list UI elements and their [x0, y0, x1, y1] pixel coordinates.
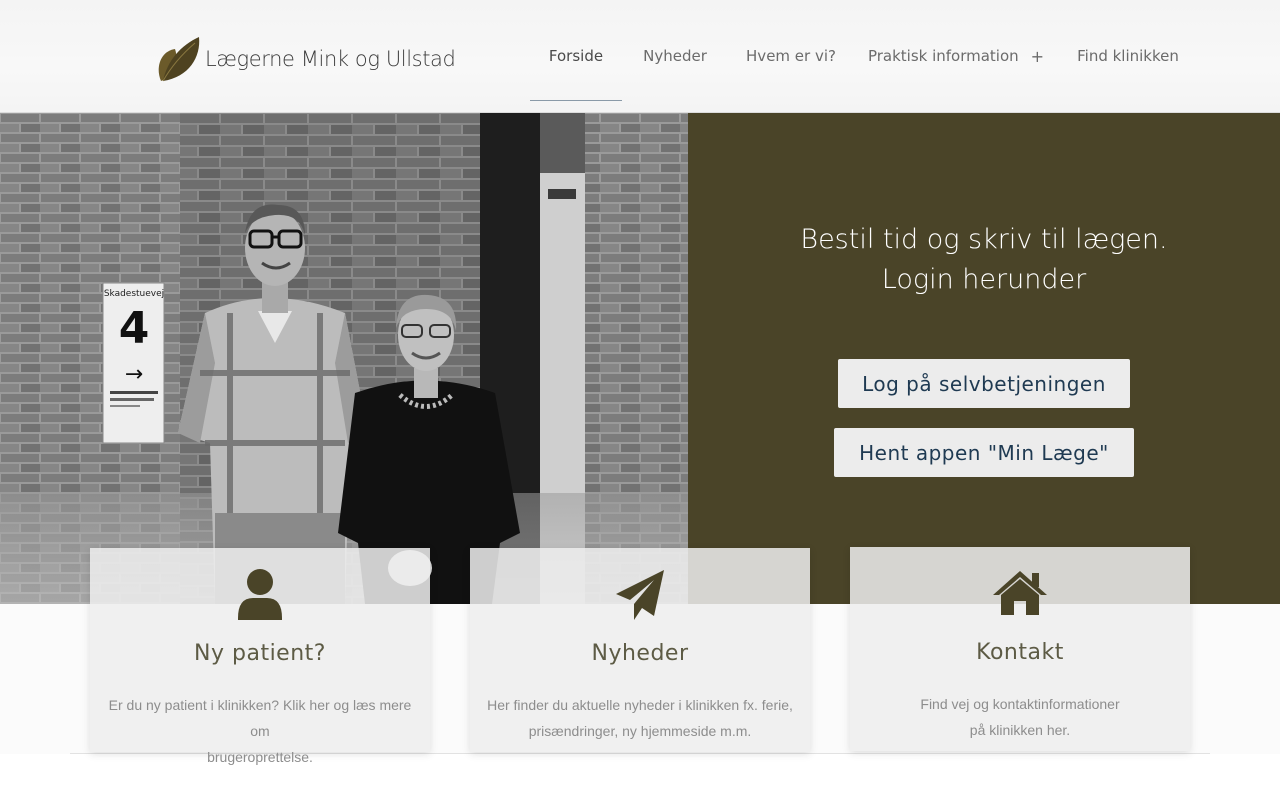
doctors-photo: Skadestuevej 4 →	[0, 113, 688, 604]
get-app-button[interactable]: Hent appen "Min Læge"	[834, 428, 1134, 477]
leaf-logo-icon	[158, 37, 200, 82]
card-title: Ny patient?	[194, 641, 326, 666]
login-selfservice-button[interactable]: Log på selvbetjeningen	[838, 359, 1130, 408]
user-icon	[90, 568, 430, 622]
logo-text: Lægerne Mink og Ullstad	[205, 47, 456, 71]
card-desc-line: prisændringer, ny hjemmeside m.m.	[528, 723, 752, 739]
card-title: Kontakt	[976, 640, 1064, 665]
card-description: Find vej og kontaktinformationer på klin…	[860, 691, 1180, 743]
nav-item-praktisk-information[interactable]: Praktisk information +	[854, 0, 1058, 112]
logo[interactable]: Lægerne Mink og Ullstad	[157, 35, 456, 83]
expand-plus-icon[interactable]: +	[1031, 47, 1044, 66]
hero-heading: Bestil tid og skriv til lægen. Login her…	[688, 220, 1280, 300]
sign-number: 4	[119, 303, 150, 354]
hero-line-1: Bestil tid og skriv til lægen.	[800, 224, 1168, 255]
card-desc-line: Her finder du aktuelle nyheder i klinikk…	[487, 697, 793, 713]
sign-arrow: →	[125, 362, 143, 387]
login-panel: Bestil tid og skriv til lægen. Login her…	[688, 113, 1280, 604]
nav-label: Hvem er vi?	[746, 47, 836, 65]
card-description: Er du ny patient i klinikken? Klik her o…	[100, 692, 420, 770]
nav-label: Nyheder	[643, 47, 707, 65]
site-header: Lægerne Mink og Ullstad Forside Nyheder …	[0, 0, 1280, 113]
nav-item-hvem-er-vi[interactable]: Hvem er vi?	[728, 0, 854, 112]
nav-label: Praktisk information	[867, 47, 1019, 65]
card-description: Her finder du aktuelle nyheder i klinikk…	[480, 692, 800, 744]
hero-line-2: Login herunder	[881, 264, 1087, 295]
card-desc-line: Er du ny patient i klinikken? Klik her o…	[108, 697, 412, 739]
sign-street: Skadestuevej	[104, 289, 164, 299]
main-nav: Forside Nyheder Hvem er vi? Praktisk inf…	[530, 0, 1198, 112]
nav-item-forside[interactable]: Forside	[530, 0, 622, 112]
card-contact[interactable]: Kontakt Find vej og kontaktinformationer…	[850, 547, 1190, 751]
card-title: Nyheder	[591, 641, 689, 666]
nav-item-nyheder[interactable]: Nyheder	[622, 0, 728, 112]
nav-label: Forside	[548, 47, 604, 65]
nav-label: Find klinikken	[1077, 47, 1179, 65]
nav-item-find-klinikken[interactable]: Find klinikken	[1058, 0, 1198, 112]
card-new-patient[interactable]: Ny patient? Er du ny patient i klinikken…	[90, 548, 430, 765]
doctors-photo-illustration: Skadestuevej 4 →	[0, 113, 688, 604]
hero-section: Skadestuevej 4 → Bestil tid og skriv til…	[0, 113, 1280, 604]
card-desc-line: Find vej og kontaktinformationer	[920, 696, 1120, 712]
home-icon	[850, 567, 1190, 621]
card-desc-line: på klinikken her.	[969, 722, 1071, 738]
paper-plane-icon	[470, 568, 810, 622]
card-news[interactable]: Nyheder Her finder du aktuelle nyheder i…	[470, 548, 810, 752]
card-desc-line: brugeroprettelse.	[207, 749, 313, 765]
